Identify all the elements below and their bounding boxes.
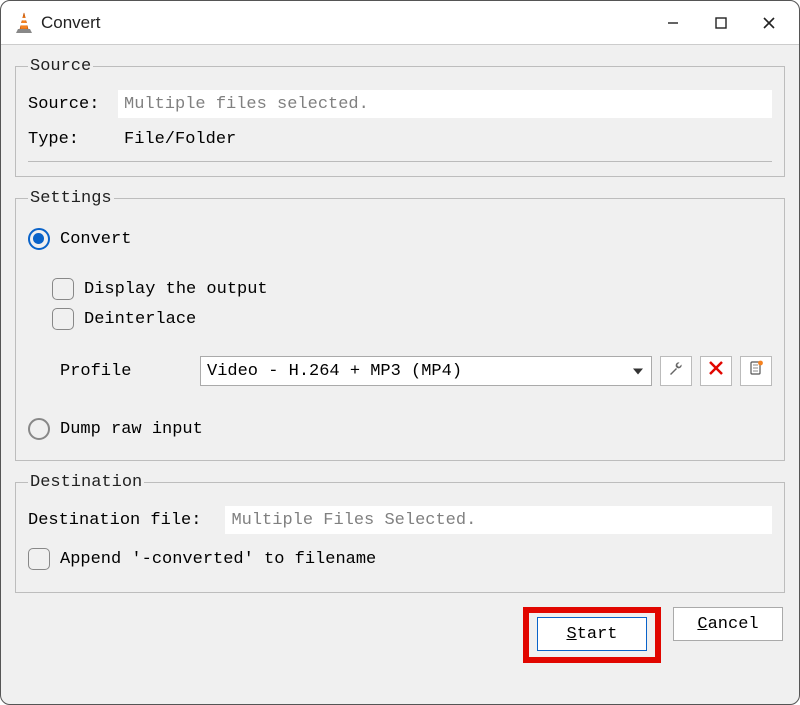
settings-group: Settings Convert Display the output Dein…	[15, 189, 785, 461]
edit-profile-button[interactable]	[660, 356, 692, 386]
titlebar: Convert	[1, 1, 799, 45]
source-legend: Source	[28, 57, 93, 76]
source-input[interactable]	[118, 90, 772, 118]
wrench-icon	[667, 359, 685, 383]
append-converted-checkbox[interactable]	[28, 548, 50, 570]
dump-raw-radio[interactable]	[28, 418, 50, 440]
vlc-icon	[13, 12, 35, 34]
new-document-icon	[748, 360, 764, 382]
destination-group: Destination Destination file: Append '-c…	[15, 473, 785, 593]
deinterlace-row[interactable]: Deinterlace	[52, 308, 772, 330]
display-output-label: Display the output	[84, 280, 268, 299]
profile-select[interactable]: Video - H.264 + MP3 (MP4)	[200, 356, 652, 386]
chevron-down-icon	[633, 362, 643, 381]
type-value: File/Folder	[118, 128, 772, 151]
destination-file-input[interactable]	[225, 506, 772, 534]
append-converted-label: Append '-converted' to filename	[60, 550, 376, 569]
deinterlace-checkbox[interactable]	[52, 308, 74, 330]
start-button[interactable]: Start	[537, 617, 647, 651]
cancel-button[interactable]: Cancel	[673, 607, 783, 641]
settings-legend: Settings	[28, 189, 114, 208]
convert-dialog: Convert Source Source: Type: File/Folder…	[0, 0, 800, 705]
display-output-checkbox[interactable]	[52, 278, 74, 300]
window-title: Convert	[41, 13, 649, 33]
new-profile-button[interactable]	[740, 356, 772, 386]
x-icon	[708, 360, 724, 382]
start-label-tail: tart	[577, 625, 618, 644]
minimize-button[interactable]	[649, 1, 697, 44]
delete-profile-button[interactable]	[700, 356, 732, 386]
convert-label: Convert	[60, 230, 131, 249]
separator	[28, 161, 772, 162]
source-group: Source Source: Type: File/Folder	[15, 57, 785, 177]
dump-raw-label: Dump raw input	[60, 420, 203, 439]
dump-raw-radio-row[interactable]: Dump raw input	[28, 418, 772, 440]
highlight-annotation: Start	[523, 607, 661, 663]
deinterlace-label: Deinterlace	[84, 310, 196, 329]
destination-file-label: Destination file:	[28, 511, 201, 530]
append-converted-row[interactable]: Append '-converted' to filename	[28, 548, 772, 570]
type-label: Type:	[28, 130, 118, 149]
cancel-label-tail: ancel	[708, 615, 759, 634]
close-button[interactable]	[745, 1, 793, 44]
maximize-button[interactable]	[697, 1, 745, 44]
content: Source Source: Type: File/Folder Setting…	[1, 45, 799, 704]
convert-radio[interactable]	[28, 228, 50, 250]
profile-label: Profile	[60, 362, 200, 381]
display-output-row[interactable]: Display the output	[52, 278, 772, 300]
convert-radio-row[interactable]: Convert	[28, 228, 772, 250]
source-label: Source:	[28, 95, 118, 114]
profile-value: Video - H.264 + MP3 (MP4)	[207, 362, 462, 381]
destination-legend: Destination	[28, 473, 144, 492]
button-row: Start Cancel	[15, 605, 785, 665]
